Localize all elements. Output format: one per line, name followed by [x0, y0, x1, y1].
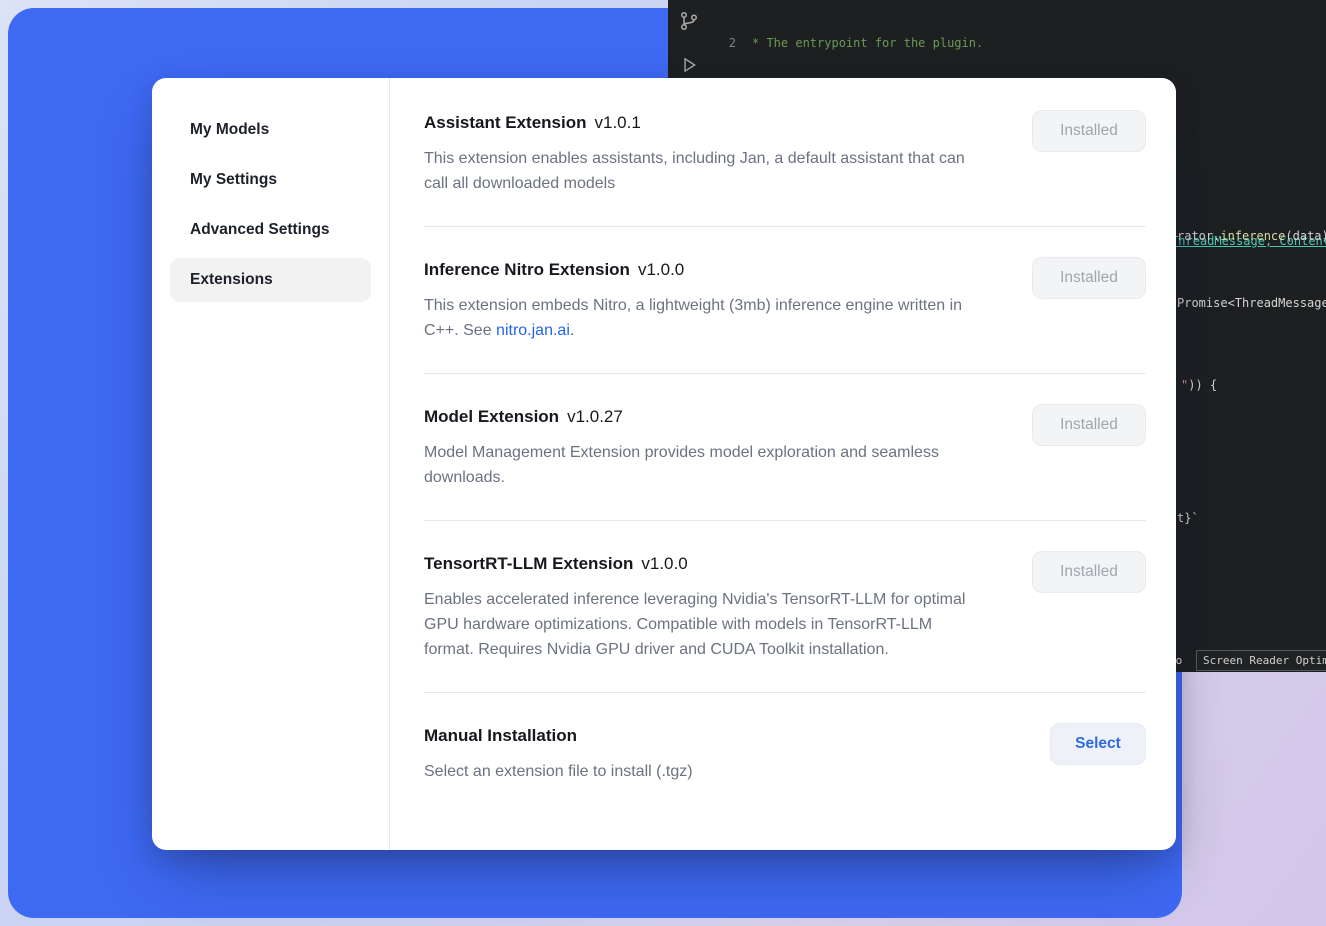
- code-fragment-promise: Promise<ThreadMessage>: [1177, 296, 1326, 311]
- source-control-icon[interactable]: [678, 10, 700, 32]
- extension-entry-assistant: Assistant Extensionv1.0.1 This extension…: [424, 110, 1146, 196]
- divider: [424, 692, 1146, 693]
- extension-version: v1.0.1: [595, 113, 641, 132]
- code-fragment-paren: ")) {: [1181, 378, 1217, 393]
- sidebar-item-my-models[interactable]: My Models: [170, 108, 371, 152]
- extension-description: Model Management Extension provides mode…: [424, 440, 980, 490]
- code-fragment-inference: rator.inference(data));: [1177, 229, 1326, 244]
- extension-entry-tensorrt: TensortRT-LLM Extensionv1.0.0 Enables ac…: [424, 551, 1146, 662]
- divider: [424, 373, 1146, 374]
- installed-button[interactable]: Installed: [1032, 404, 1146, 446]
- installed-button[interactable]: Installed: [1032, 110, 1146, 152]
- desktop-background: 2* The entrypoint for the plugin. 3*/ 4 …: [0, 0, 1326, 926]
- manual-installation-description: Select an extension file to install (.tg…: [424, 759, 980, 784]
- extension-title: Inference Nitro Extensionv1.0.0: [424, 257, 980, 283]
- sidebar-item-my-settings[interactable]: My Settings: [170, 158, 371, 202]
- code-text: * The entrypoint for the plugin.: [752, 35, 983, 52]
- extension-title: TensortRT-LLM Extensionv1.0.0: [424, 551, 980, 577]
- divider: [424, 226, 1146, 227]
- installed-button[interactable]: Installed: [1032, 551, 1146, 593]
- sidebar-item-advanced-settings[interactable]: Advanced Settings: [170, 208, 371, 252]
- divider: [424, 520, 1146, 521]
- line-number: 2: [714, 35, 736, 52]
- run-debug-icon[interactable]: [678, 54, 700, 76]
- sidebar-item-extensions[interactable]: Extensions: [170, 258, 371, 302]
- installed-button[interactable]: Installed: [1032, 257, 1146, 299]
- settings-modal: My Models My Settings Advanced Settings …: [152, 78, 1176, 850]
- extension-title: Model Extensionv1.0.27: [424, 404, 980, 430]
- extension-entry-model: Model Extensionv1.0.27 Model Management …: [424, 404, 1146, 490]
- extension-description: This extension embeds Nitro, a lightweig…: [424, 293, 980, 343]
- select-file-button[interactable]: Select: [1050, 723, 1146, 765]
- extension-version: v1.0.27: [567, 407, 623, 426]
- extension-title: Assistant Extensionv1.0.1: [424, 110, 980, 136]
- extension-description: This extension enables assistants, inclu…: [424, 146, 980, 196]
- code-fragment-template: t}`: [1177, 511, 1199, 526]
- extension-version: v1.0.0: [641, 554, 687, 573]
- manual-installation-entry: Manual Installation Select an extension …: [424, 723, 1146, 784]
- code-line: 2 * The entrypoint for the plugin.: [714, 35, 1326, 52]
- screen-reader-tooltip: Screen Reader Optimize: [1196, 650, 1326, 671]
- extension-entry-nitro: Inference Nitro Extensionv1.0.0 This ext…: [424, 257, 1146, 343]
- manual-installation-title: Manual Installation: [424, 723, 980, 749]
- extensions-panel: Assistant Extensionv1.0.1 This extension…: [390, 78, 1176, 850]
- extension-version: v1.0.0: [638, 260, 684, 279]
- settings-sidebar: My Models My Settings Advanced Settings …: [152, 78, 390, 850]
- extension-description: Enables accelerated inference leveraging…: [424, 587, 980, 662]
- nitro-jan-ai-link[interactable]: nitro.jan.ai.: [496, 322, 574, 339]
